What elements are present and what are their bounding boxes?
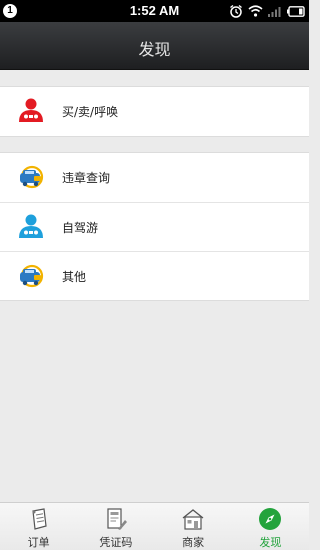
tab-label: 凭证码 [99,536,133,549]
menu-item-self-drive-tour[interactable]: 自驾游 [0,202,309,251]
tab-label: 订单 [27,536,50,549]
tab-orders[interactable]: 订单 [0,503,77,550]
tab-label: 商家 [182,536,205,549]
battery-icon [287,5,305,17]
menu-item-buy-sell-call[interactable]: 买/卖/呼唤 [0,87,309,136]
tab-voucher-code[interactable]: 凭证码 [77,503,154,550]
menu-item-label: 违章查询 [62,171,111,185]
person-blue-icon [19,214,43,238]
car-camera-icon [20,264,44,288]
voucher-code-icon [107,508,127,530]
merchant-house-icon [182,509,204,530]
app-header: 发现 [0,22,309,70]
alarm-icon [230,4,242,18]
compass-icon [259,508,282,530]
menu-item-label: 买/卖/呼唤 [62,105,119,119]
tab-label: 发现 [259,536,282,549]
signal-icon [268,7,281,17]
person-red-icon [19,98,43,122]
car-camera-icon [20,165,44,189]
bottom-tab-bar: 订单 凭证码 商家 发现 [0,502,309,550]
status-bar: 1 1:52 AM [0,0,309,22]
menu-section-1: 买/卖/呼唤 [0,86,309,137]
menu-item-violation-query[interactable]: 违章查询 [0,153,309,202]
page-title: 发现 [138,40,171,59]
tab-discover[interactable]: 发现 [232,503,309,550]
menu-section-2: 违章查询 自驾游 其他 [0,152,309,301]
tab-merchants[interactable]: 商家 [155,503,232,550]
menu-item-other[interactable]: 其他 [0,251,309,300]
menu-item-label: 自驾游 [62,221,99,235]
status-icons [229,4,305,18]
order-clipboard-icon [31,508,47,530]
wifi-icon [248,5,263,17]
menu-item-label: 其他 [62,270,87,284]
